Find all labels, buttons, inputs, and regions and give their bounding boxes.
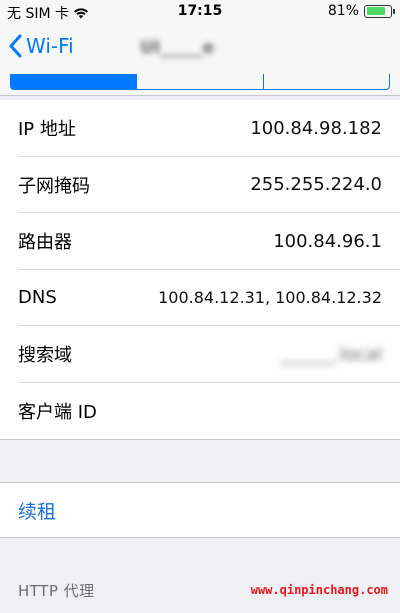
dns-value[interactable]: 100.84.12.31, 100.84.12.32 bbox=[158, 288, 382, 307]
ip-value: 100.84.98.182 bbox=[250, 117, 382, 139]
search-domain-value[interactable]: ______.local bbox=[280, 344, 382, 365]
chevron-left-icon bbox=[9, 34, 22, 58]
back-label: Wi-Fi bbox=[26, 34, 74, 58]
dns-label: DNS bbox=[18, 287, 57, 309]
router-value: 100.84.96.1 bbox=[273, 230, 382, 252]
segment-strip bbox=[0, 74, 400, 96]
info-row-client-id[interactable]: 客户端 ID bbox=[0, 383, 400, 440]
segment-2[interactable] bbox=[137, 74, 264, 89]
info-row-search-domain[interactable]: 搜索域 ______.local bbox=[0, 326, 400, 383]
segment-3[interactable] bbox=[264, 74, 389, 89]
battery-fill bbox=[366, 7, 386, 15]
segmented-control[interactable] bbox=[10, 74, 390, 90]
renew-lease-button[interactable]: 续租 bbox=[18, 497, 56, 524]
status-right: 81% bbox=[327, 3, 395, 19]
subnet-label: 子网掩码 bbox=[18, 175, 90, 197]
client-id-label: 客户端 ID bbox=[18, 401, 97, 423]
ip-info-group: IP 地址 100.84.98.182 子网掩码 255.255.224.0 路… bbox=[0, 100, 400, 440]
nav-bar: Wi-Fi UI_____e bbox=[0, 24, 400, 74]
back-button[interactable]: Wi-Fi bbox=[8, 34, 74, 58]
router-label: 路由器 bbox=[18, 232, 72, 254]
info-row-router: 路由器 100.84.96.1 bbox=[0, 213, 400, 270]
battery-percent: 81% bbox=[327, 3, 359, 19]
segment-1[interactable] bbox=[11, 74, 138, 89]
info-row-subnet: 子网掩码 255.255.224.0 bbox=[0, 157, 400, 214]
search-domain-label: 搜索域 bbox=[18, 345, 72, 367]
status-bar: 无 SIM 卡 17:15 81% bbox=[0, 0, 400, 24]
watermark: www.qinpinchang.com bbox=[250, 583, 388, 597]
info-row-dns[interactable]: DNS 100.84.12.31, 100.84.12.32 bbox=[0, 270, 400, 327]
info-row-ip: IP 地址 100.84.98.182 bbox=[0, 100, 400, 157]
subnet-value: 255.255.224.0 bbox=[250, 174, 382, 196]
http-proxy-header: HTTP 代理 bbox=[18, 582, 95, 600]
ip-label: IP 地址 bbox=[18, 119, 76, 141]
battery-icon bbox=[364, 4, 395, 18]
network-name-title: UI_____e bbox=[140, 38, 215, 58]
renew-group: 续租 bbox=[0, 482, 400, 538]
